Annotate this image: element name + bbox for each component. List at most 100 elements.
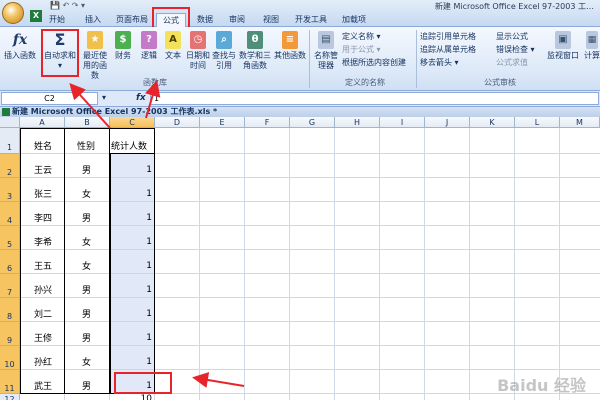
cell-name[interactable]: 张三: [34, 187, 52, 200]
quick-access-toolbar[interactable]: 💾 ↶ ↷ ▾: [50, 1, 85, 10]
cell-name[interactable]: 孙红: [34, 355, 52, 368]
row-header-8[interactable]: 8: [0, 298, 20, 322]
more-functions-button[interactable]: ≡ 其他函数: [274, 31, 306, 61]
calculation-button[interactable]: ▦ 计算: [584, 31, 600, 61]
select-all-corner[interactable]: [0, 117, 20, 128]
cell-gender[interactable]: 男: [82, 379, 91, 392]
row-header-5[interactable]: 5: [0, 226, 20, 250]
error-checking-button[interactable]: 错误检查 ▾: [496, 44, 535, 55]
name-box[interactable]: C2: [1, 92, 98, 105]
cell-count[interactable]: 1: [110, 357, 152, 367]
name-box-dropdown-icon[interactable]: ▾: [102, 93, 106, 102]
column-header-a[interactable]: A: [20, 117, 65, 128]
text-functions-button[interactable]: A 文本: [162, 31, 184, 61]
watch-window-button[interactable]: ▣ 监视窗口: [545, 31, 581, 61]
autosum-button[interactable]: Σ 自动求和 ▾: [42, 31, 78, 71]
tab-addins[interactable]: 加载项: [338, 13, 370, 27]
lookup-reference-button[interactable]: ⌕ 查找与引用: [212, 31, 236, 71]
fx-label[interactable]: fx: [136, 93, 146, 103]
worksheet-grid[interactable]: A B C D E F G H I J K L M 1 2 3 4 5 6 7 …: [0, 117, 600, 400]
header-name[interactable]: 姓名: [34, 139, 52, 152]
window-title: 新建 Microsoft Office Excel 97-2003 工…: [434, 2, 594, 11]
column-header-g[interactable]: G: [290, 117, 335, 128]
cell-name[interactable]: 李四: [34, 211, 52, 224]
math-trig-button[interactable]: θ 数学和三角函数: [238, 31, 272, 71]
row-header-11[interactable]: 11: [0, 370, 20, 394]
recent-functions-button[interactable]: ★ 最近使用的函数: [80, 31, 110, 81]
row-header-2[interactable]: 2: [0, 154, 20, 178]
row-header-10[interactable]: 10: [0, 346, 20, 370]
cell-name[interactable]: 李希: [34, 235, 52, 248]
cell-total-count[interactable]: 10: [110, 394, 152, 400]
name-manager-button[interactable]: ▤ 名称管理器: [313, 31, 339, 71]
cell-name[interactable]: 武王: [34, 379, 52, 392]
formula-input[interactable]: 1: [150, 92, 599, 105]
cell-gender[interactable]: 女: [82, 259, 91, 272]
column-header-d[interactable]: D: [155, 117, 200, 128]
cell-count[interactable]: 1: [110, 381, 152, 391]
insert-function-button[interactable]: fx 插入函数: [2, 31, 38, 61]
evaluate-formula-button[interactable]: 公式求值: [496, 57, 528, 68]
show-formulas-button[interactable]: 显示公式: [496, 31, 528, 42]
row-header-12[interactable]: 12: [0, 394, 20, 400]
column-header-h[interactable]: H: [335, 117, 380, 128]
column-header-k[interactable]: K: [470, 117, 515, 128]
row-header-1[interactable]: 1: [0, 128, 20, 154]
cell-name[interactable]: 王云: [34, 163, 52, 176]
cell-name[interactable]: 孙兴: [34, 283, 52, 296]
tab-developer[interactable]: 开发工具: [292, 13, 330, 27]
use-in-formula-button[interactable]: 用于公式 ▾: [342, 44, 381, 55]
column-header-i[interactable]: I: [380, 117, 425, 128]
row-header-9[interactable]: 9: [0, 322, 20, 346]
office-button[interactable]: [2, 2, 24, 24]
cell-gender[interactable]: 男: [82, 307, 91, 320]
header-gender[interactable]: 性别: [77, 139, 95, 152]
trace-precedents-button[interactable]: 追踪引用单元格: [420, 31, 476, 42]
cell-count[interactable]: 1: [110, 285, 152, 295]
cell-gender[interactable]: 男: [82, 163, 91, 176]
row-header-7[interactable]: 7: [0, 274, 20, 298]
column-header-f[interactable]: F: [245, 117, 290, 128]
row-header-4[interactable]: 4: [0, 202, 20, 226]
create-from-selection-button[interactable]: 根据所选内容创建: [342, 57, 406, 68]
cell-name[interactable]: 王修: [34, 331, 52, 344]
date-time-button[interactable]: ◷ 日期和时间: [186, 31, 210, 71]
financial-button[interactable]: $ 财务: [112, 31, 134, 61]
cell-gender[interactable]: 男: [82, 283, 91, 296]
cell-gender[interactable]: 女: [82, 355, 91, 368]
cell-gender[interactable]: 女: [82, 187, 91, 200]
table-column-divider: [64, 128, 65, 394]
remove-arrows-button[interactable]: 移去箭头 ▾: [420, 57, 459, 68]
row-header-3[interactable]: 3: [0, 178, 20, 202]
tab-review[interactable]: 审阅: [224, 13, 250, 27]
define-name-button[interactable]: 定义名称 ▾: [342, 31, 381, 42]
column-header-l[interactable]: L: [515, 117, 560, 128]
cell-name[interactable]: 刘二: [34, 307, 52, 320]
cell-count[interactable]: 1: [110, 213, 152, 223]
logical-button[interactable]: ? 逻辑: [138, 31, 160, 61]
row-header-6[interactable]: 6: [0, 250, 20, 274]
cell-count[interactable]: 1: [110, 165, 152, 175]
cell-count[interactable]: 1: [110, 333, 152, 343]
trace-dependents-button[interactable]: 追踪从属单元格: [420, 44, 476, 55]
header-count[interactable]: 统计人数: [111, 139, 147, 152]
column-header-e[interactable]: E: [200, 117, 245, 128]
column-header-m[interactable]: M: [560, 117, 600, 128]
column-header-b[interactable]: B: [65, 117, 110, 128]
cell-name[interactable]: 王五: [34, 259, 52, 272]
column-header-j[interactable]: J: [425, 117, 470, 128]
cell-count[interactable]: 1: [110, 309, 152, 319]
cell-gender[interactable]: 女: [82, 235, 91, 248]
column-header-c[interactable]: C: [110, 117, 155, 128]
cell-gender[interactable]: 男: [82, 331, 91, 344]
tab-page-layout[interactable]: 页面布局: [112, 13, 152, 27]
cell-gender[interactable]: 男: [82, 211, 91, 224]
tab-formulas[interactable]: 公式: [156, 13, 186, 28]
tab-insert[interactable]: 插入: [80, 13, 106, 27]
cell-count[interactable]: 1: [110, 261, 152, 271]
cell-count[interactable]: 1: [110, 237, 152, 247]
tab-data[interactable]: 数据: [192, 13, 218, 27]
tab-view[interactable]: 视图: [258, 13, 284, 27]
cell-count[interactable]: 1: [110, 189, 152, 199]
tab-home[interactable]: 开始: [44, 13, 70, 27]
